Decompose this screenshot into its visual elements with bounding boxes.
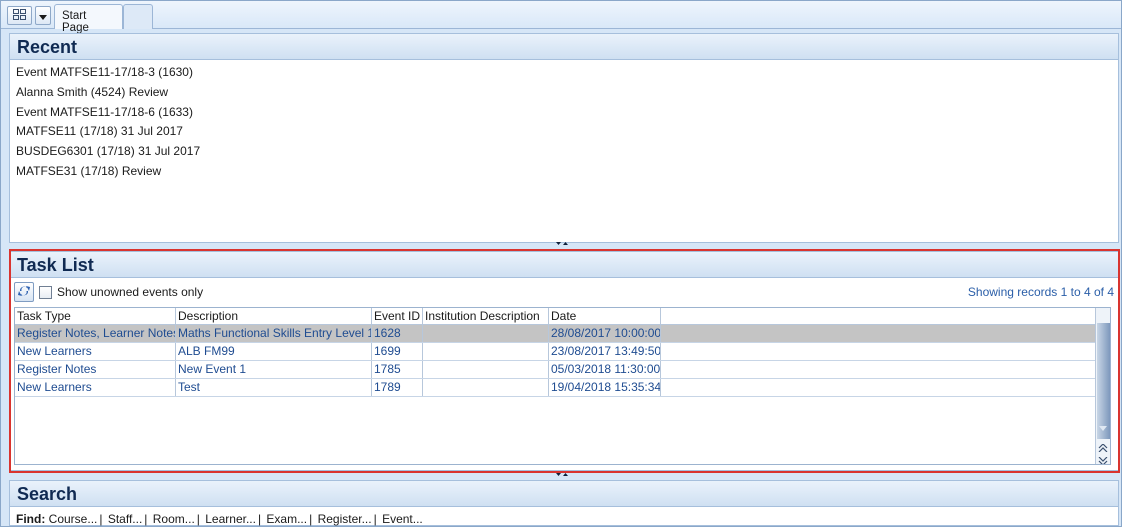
recent-list: Event MATFSE11-17/18-3 (1630) Alanna Smi… xyxy=(10,60,1118,182)
recent-item[interactable]: MATFSE11 (17/18) 31 Jul 2017 xyxy=(10,122,1118,142)
find-course-link[interactable]: Course... xyxy=(49,512,98,526)
separator: | xyxy=(99,512,103,526)
find-label: Find: xyxy=(16,512,46,526)
tab-new[interactable] xyxy=(123,4,153,29)
recent-item[interactable]: Alanna Smith (4524) Review xyxy=(10,83,1118,103)
find-learner-link[interactable]: Learner... xyxy=(205,512,256,526)
chevron-down-icon xyxy=(39,9,47,23)
layout-menu-button[interactable] xyxy=(7,6,32,25)
separator: | xyxy=(373,512,377,526)
grid-layout-icon xyxy=(13,8,26,23)
find-event-link[interactable]: Event... xyxy=(382,512,423,526)
find-register-link[interactable]: Register... xyxy=(318,512,372,526)
find-exam-link[interactable]: Exam... xyxy=(266,512,307,526)
splitter-arrows-icon[interactable] xyxy=(552,472,572,480)
recent-item[interactable]: Event MATFSE11-17/18-6 (1633) xyxy=(10,103,1118,123)
find-row: Find: Course... | Staff... | Room... | Lear… xyxy=(10,507,1118,526)
separator: | xyxy=(257,512,262,526)
tab-start-page[interactable]: Start Page xyxy=(54,4,123,34)
recent-item[interactable]: Event MATFSE11-17/18-3 (1630) xyxy=(10,63,1118,83)
separator: | xyxy=(144,512,148,526)
recent-panel: Recent Event MATFSE11-17/18-3 (1630) Ala… xyxy=(9,33,1119,243)
find-staff-link[interactable]: Staff... xyxy=(108,512,142,526)
separator: | xyxy=(309,512,313,526)
recent-title: Recent xyxy=(10,34,1118,60)
search-title: Search xyxy=(10,481,1118,507)
splitter-arrows-icon[interactable] xyxy=(552,241,572,249)
recent-item[interactable]: BUSDEG6301 (17/18) 31 Jul 2017 xyxy=(10,142,1118,162)
start-page-window: Start Page Recent Event MATFSE11-17/18-3… xyxy=(0,0,1122,527)
tab-strip: Start Page xyxy=(1,1,1121,34)
recent-item[interactable]: MATFSE31 (17/18) Review xyxy=(10,162,1118,182)
tab-dropdown-button[interactable] xyxy=(35,6,51,25)
tab-label: Start Page xyxy=(62,10,89,34)
separator: | xyxy=(196,512,200,526)
task-list-highlight-frame xyxy=(9,249,1120,473)
find-room-link[interactable]: Room... xyxy=(153,512,195,526)
search-panel: Search Find: Course... | Staff... | Room..… xyxy=(9,480,1119,526)
